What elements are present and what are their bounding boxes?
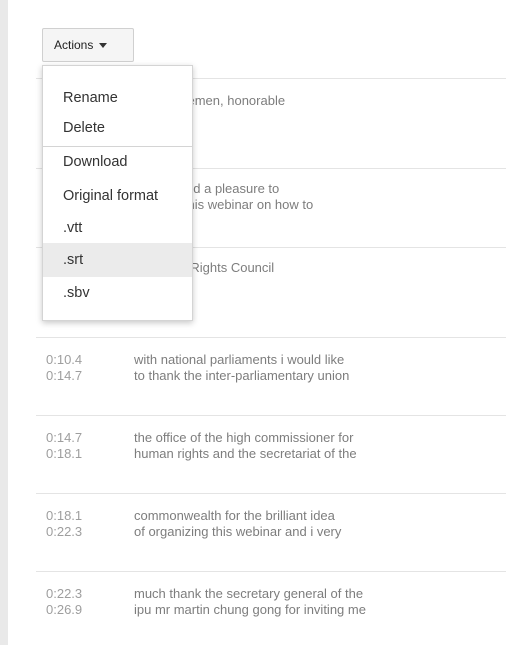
caption-line: commonwealth for the brilliant idea	[134, 508, 335, 523]
menu-item-srt[interactable]: .srt	[43, 243, 192, 277]
caption-row[interactable]: 0:10.4 0:14.7 with national parliaments …	[36, 337, 506, 415]
caption-start-time: 0:10.4	[46, 352, 83, 367]
caption-end-time: 0:18.1	[46, 446, 83, 461]
actions-button-label: Actions	[54, 38, 94, 52]
caption-times: 0:14.7 0:18.1	[46, 430, 106, 462]
menu-item-download[interactable]: Download	[43, 147, 192, 177]
caption-end-time: 0:14.7	[46, 368, 83, 383]
actions-button[interactable]: Actions	[42, 28, 134, 62]
caption-row[interactable]: 0:22.3 0:26.9 much thank the secretary g…	[36, 571, 506, 641]
caption-text: with national parliaments i would like t…	[134, 352, 496, 384]
caption-row[interactable]: 0:18.1 0:22.3 commonwealth for the brill…	[36, 493, 506, 571]
caption-line: much thank the secretary general of the	[134, 586, 364, 601]
caption-text: the office of the high commissioner for …	[134, 430, 496, 462]
caption-times: 0:18.1 0:22.3	[46, 508, 106, 540]
caret-down-icon	[99, 43, 108, 48]
caption-end-time: 0:22.3	[46, 524, 83, 539]
caption-row[interactable]: 0:14.7 0:18.1 the office of the high com…	[36, 415, 506, 493]
caption-end-time: 0:26.9	[46, 602, 83, 617]
caption-line: of organizing this webinar and i very	[134, 524, 342, 539]
caption-line: human rights and the secretariat of the	[134, 446, 357, 461]
caption-line: ipu mr martin chung gong for inviting me	[134, 602, 366, 617]
menu-item-delete[interactable]: Delete	[43, 113, 192, 143]
caption-line: with national parliaments i would like	[134, 352, 345, 367]
caption-line: to thank the inter-parliamentary union	[134, 368, 350, 383]
caption-start-time: 0:18.1	[46, 508, 83, 523]
caption-times: 0:10.4 0:14.7	[46, 352, 106, 384]
menu-item-original-format[interactable]: Original format	[43, 181, 192, 211]
caption-times: 0:22.3 0:26.9	[46, 586, 106, 618]
caption-text: commonwealth for the brilliant idea of o…	[134, 508, 496, 540]
left-rail	[0, 0, 8, 645]
caption-line: the office of the high commissioner for	[134, 430, 354, 445]
menu-item-vtt[interactable]: .vtt	[43, 213, 192, 243]
menu-item-rename[interactable]: Rename	[43, 83, 192, 113]
menu-item-sbv[interactable]: .sbv	[43, 278, 192, 308]
actions-dropdown-menu: Rename Delete Download Original format .…	[42, 65, 193, 321]
caption-editor-page: Actions and gentlemen, honorable rs amen…	[0, 0, 506, 645]
caption-start-time: 0:14.7	[46, 430, 83, 445]
caption-start-time: 0:22.3	[46, 586, 83, 601]
caption-text: much thank the secretary general of the …	[134, 586, 496, 618]
